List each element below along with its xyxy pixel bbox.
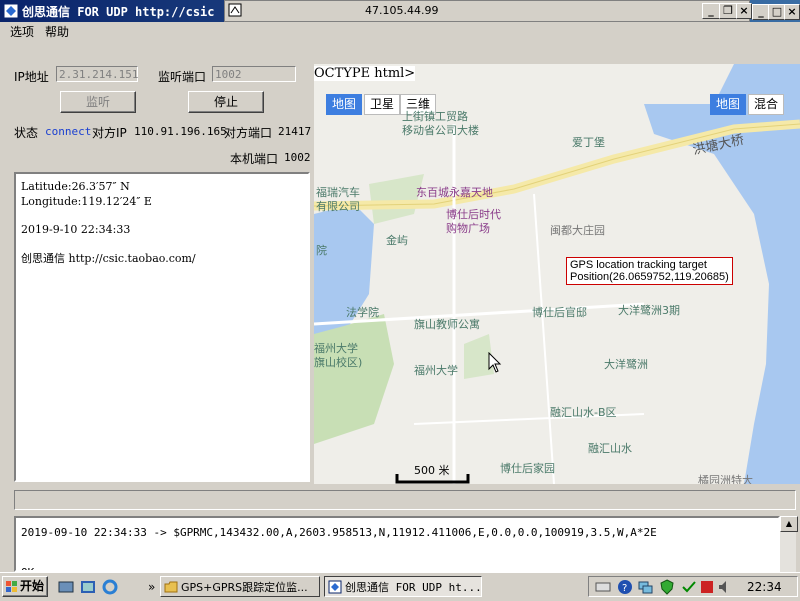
windows-logo-icon (6, 581, 17, 592)
inner-window-titlebar: 47.105.44.99 _ ❐ × (224, 0, 752, 22)
folder-icon (164, 581, 178, 593)
ip-input[interactable]: 2.31.214.151 (56, 66, 138, 82)
gps-tooltip: GPS location tracking target Position(26… (566, 257, 733, 285)
poi-label: 融汇山水 (588, 442, 632, 455)
port-label: 监听端口 (158, 70, 207, 84)
map-tab-satellite[interactable]: 卫星 (364, 94, 401, 115)
log-line: 2019-09-10 22:34:33 -> $GPRMC,143432.00,… (21, 526, 657, 539)
window-title: 创思通信 FOR UDP http://csic (22, 5, 215, 19)
poi-label: 爱丁堡 (572, 136, 605, 149)
task-udp-app[interactable]: 创思通信 FOR UDP ht... (324, 576, 482, 597)
poi-label: 福州大学 (414, 364, 458, 377)
clock[interactable]: 22:34 (747, 580, 782, 594)
map-tab-hybrid[interactable]: 混合 (748, 94, 785, 115)
explorer-icon[interactable] (80, 579, 96, 595)
start-button[interactable]: 开始 (2, 576, 48, 597)
datetime-text: 2019-9-10 22:34:33 (21, 223, 131, 236)
status-label: 状态 (14, 126, 39, 140)
start-label: 开始 (19, 579, 44, 593)
local-port-label: 本机端口 (230, 152, 279, 166)
ie-icon[interactable] (102, 579, 118, 595)
log-textbox[interactable]: 2019-09-10 22:34:33 -> $GPRMC,143432.00,… (14, 516, 780, 572)
peer-port-value: 21417 (278, 125, 312, 138)
menu-bar: 选项 帮助 (0, 22, 800, 40)
poi-label: 金屿 (386, 234, 408, 247)
stop-button[interactable]: 停止 (188, 91, 264, 113)
app-icon (3, 3, 19, 19)
promo-text: 创思通信 http://csic.taobao.com/ (21, 252, 196, 265)
poi-label: 有限公司 (316, 200, 360, 213)
inner-restore-button[interactable]: ❐ (719, 3, 737, 19)
poi-label: 旗山教师公寓 (414, 318, 480, 331)
taskbar: 开始 » GPS+GPRS跟踪定位监... 创思通信 FOR UDP ht...… (0, 572, 800, 601)
poi-label: 法学院 (346, 306, 379, 319)
show-desktop-icon[interactable] (58, 579, 74, 595)
inner-window-address: 47.105.44.99 (365, 4, 439, 17)
tooltip-line1: GPS location tracking target (570, 259, 707, 271)
peer-port-label: 对方端口 (224, 126, 273, 140)
taskbar-more[interactable]: » (148, 580, 155, 594)
system-tray: ? 22:34 (588, 576, 798, 597)
inner-minimize-button[interactable]: _ (702, 3, 720, 19)
ip-label: IP地址 (14, 70, 49, 84)
inner-close-button[interactable]: × (736, 3, 752, 19)
poi-label: 大洋鹭洲 (604, 358, 648, 371)
info-textbox[interactable]: Latitude:26.3′57″ N Longitude:119.12′24″… (14, 172, 310, 482)
doctype-text: OCTYPE html> (314, 66, 416, 81)
peer-ip-label: 对方IP (92, 126, 127, 140)
map-tab-map[interactable]: 地图 (326, 94, 363, 115)
keyboard-icon[interactable] (595, 579, 611, 595)
status-panel (14, 490, 796, 510)
menu-options[interactable]: 选项 (10, 23, 34, 40)
poi-label: 博仕后官邸 (532, 306, 587, 319)
scroll-up-button[interactable]: ▲ (780, 516, 798, 532)
poi-label: 移动省公司大楼 (402, 124, 479, 137)
latitude-text: Latitude:26.3′57″ N (21, 180, 130, 193)
status-value: connect (45, 125, 92, 138)
check-icon[interactable] (681, 579, 697, 595)
map-tab-map-right[interactable]: 地图 (710, 94, 747, 115)
poi-label: 橘园洲特大 (698, 474, 753, 484)
security-shield-icon[interactable] (659, 579, 675, 595)
poi-label: 东百城永嘉天地 (416, 186, 493, 199)
volume-icon[interactable] (717, 579, 733, 595)
poi-label: 闽都大庄园 (550, 224, 605, 237)
listen-button[interactable]: 监听 (60, 91, 136, 113)
port-input[interactable]: 1002 (212, 66, 296, 82)
peer-ip-value: 110.91.196.165 (134, 125, 227, 138)
help-icon[interactable]: ? (617, 579, 633, 595)
poi-label: 融汇山水-B区 (550, 406, 617, 419)
task-gps-tracking[interactable]: GPS+GPRS跟踪定位监... (160, 576, 320, 597)
network-icon[interactable] (637, 579, 653, 595)
log-scrollbar[interactable]: ▲ (780, 516, 798, 572)
poi-label: 博仕后家园 (500, 462, 555, 475)
longitude-text: Longitude:119.12′24″ E (21, 195, 152, 208)
map-scale-label: 500 米 (414, 464, 450, 477)
app-task-icon (328, 580, 342, 594)
svg-text:?: ? (622, 583, 627, 594)
map-view[interactable]: 地图 卫星 三维 地图 混合 OCTYPE html> 上街镇工贸路 移动省公司… (314, 64, 800, 484)
cursor-icon (488, 352, 502, 373)
local-port-value: 1002 (284, 151, 311, 164)
poi-label: 大洋鹭洲3期 (618, 304, 680, 317)
browser-icon (228, 3, 242, 17)
close-button[interactable]: × (784, 4, 800, 20)
antivirus-icon[interactable] (699, 579, 715, 595)
poi-label: 院 (316, 244, 327, 257)
tooltip-line2: Position(26.0659752,119.20685) (570, 271, 729, 283)
poi-label: 旗山校区) (314, 356, 363, 369)
poi-label: 购物广场 (446, 222, 490, 235)
menu-help[interactable]: 帮助 (45, 23, 69, 40)
